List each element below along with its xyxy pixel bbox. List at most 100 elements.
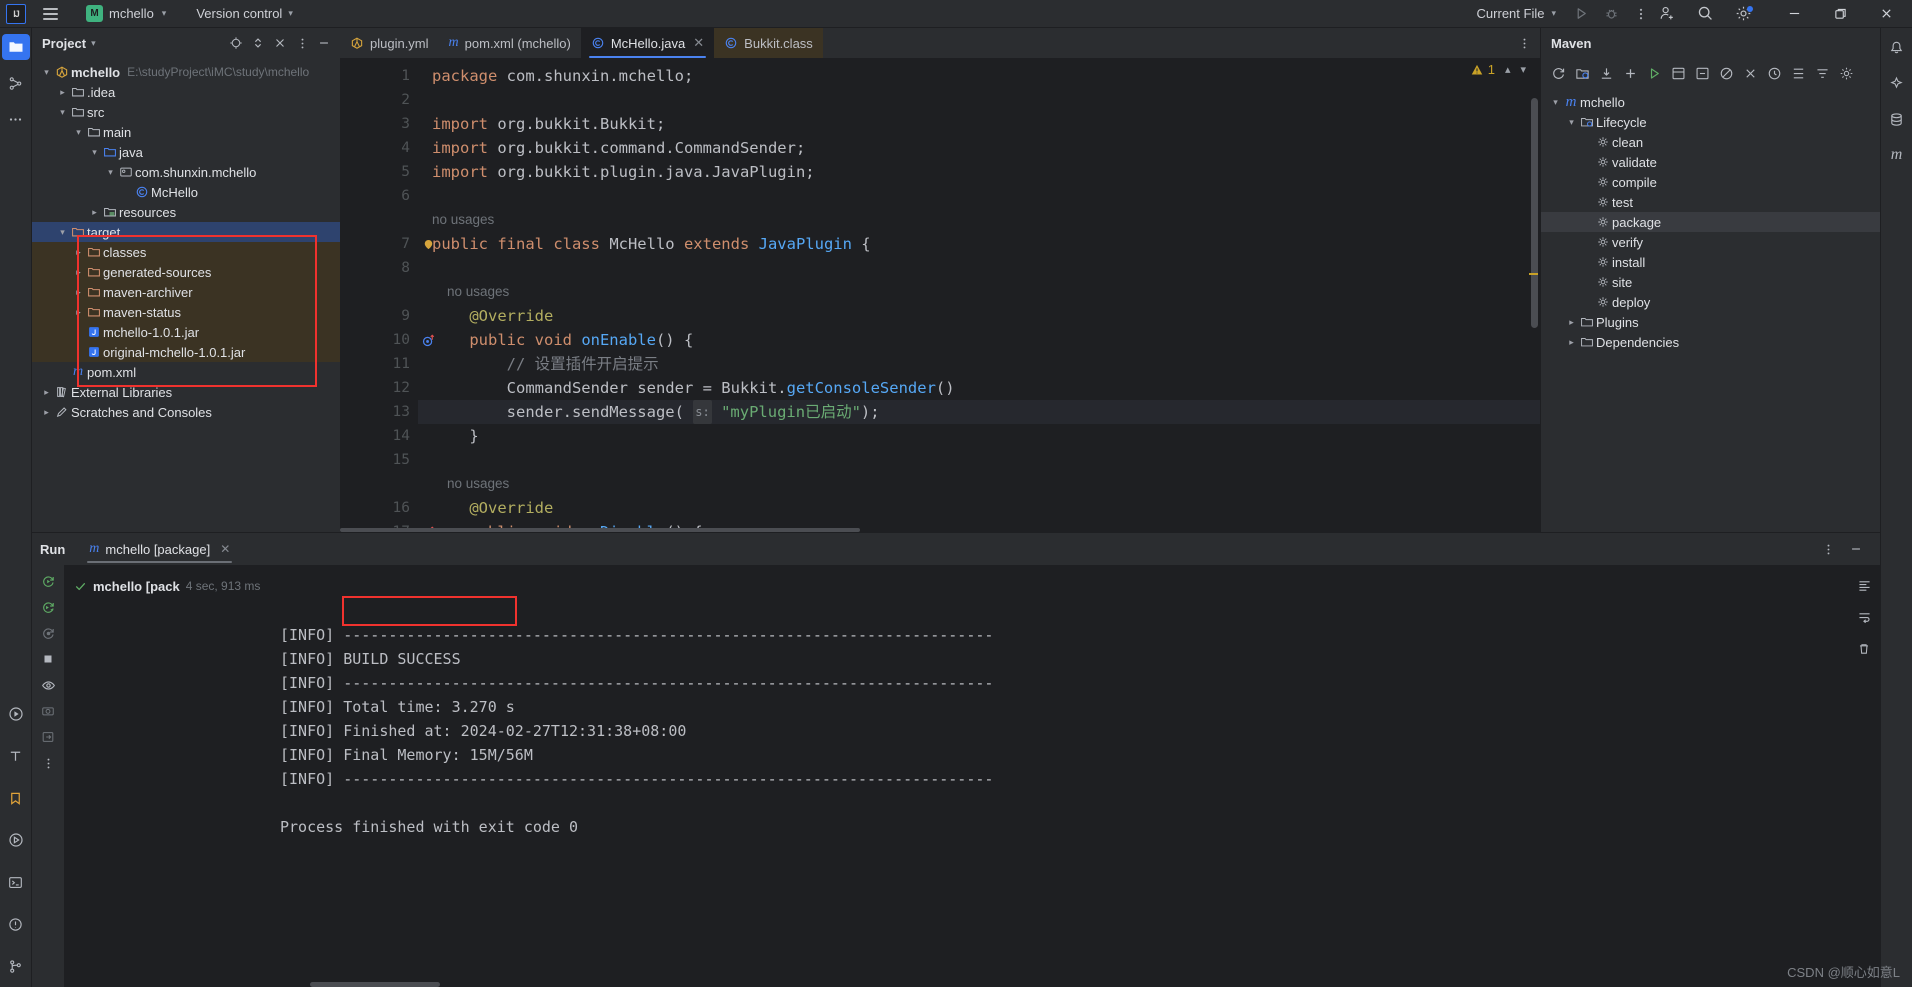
tree-node-maven-status[interactable]: ▸ maven-status [32,302,340,322]
select-opened-file-icon[interactable] [226,33,246,53]
editor-gutter[interactable]: 1234567891011121314151617 [340,58,434,532]
minimize-window-button[interactable] [1772,0,1816,28]
tree-node-classes[interactable]: ▸ classes [32,242,340,262]
maven-node-clean[interactable]: clean [1541,132,1880,152]
next-highlight-icon[interactable]: ▾ [1520,63,1526,76]
minimize-panel-icon[interactable] [314,33,334,53]
terminal-tool-icon[interactable] [2,869,30,895]
chevron-right-icon[interactable]: ▸ [40,402,53,422]
export-icon[interactable] [37,727,59,747]
tree-node-external-libraries[interactable]: ▸ External Libraries [32,382,340,402]
run-configuration-selector[interactable]: Current File ▾ [1469,4,1564,23]
maven-tool-icon[interactable]: m [1883,142,1911,168]
inspection-widget[interactable]: 1 ▴ ▾ [1470,62,1526,77]
show-dependencies-icon[interactable] [1787,62,1809,84]
chevron-right-icon[interactable]: ▸ [72,262,85,282]
clear-all-icon[interactable] [1853,639,1875,659]
chevron-right-icon[interactable]: ▸ [40,382,53,402]
run-options-icon[interactable] [1818,539,1838,559]
problems-tool-icon[interactable] [2,911,30,937]
maven-node-verify[interactable]: verify [1541,232,1880,252]
tree-node-resources[interactable]: ▸ resources [32,202,340,222]
previous-highlight-icon[interactable]: ▴ [1505,63,1511,76]
settings-gear-icon[interactable] [1730,3,1756,25]
skip-tests-icon[interactable] [1739,62,1761,84]
tree-node-mchello-1-0-1-jar[interactable]: mchello-1.0.1.jar [32,322,340,342]
maven-node-lifecycle[interactable]: ▾ Lifecycle [1541,112,1880,132]
collapse-all-icon[interactable] [1691,62,1713,84]
tree-node-target[interactable]: ▾ target [32,222,340,242]
tree-node-java[interactable]: ▾ java [32,142,340,162]
tree-node-main[interactable]: ▾ main [32,122,340,142]
more-tool-windows-icon[interactable] [2,106,30,132]
download-sources-icon[interactable] [1595,62,1617,84]
tree-node-scratches-and-consoles[interactable]: ▸ Scratches and Consoles [32,402,340,422]
run-session-tab[interactable]: m mchello [package] ✕ [81,533,238,565]
chevron-down-icon[interactable]: ▾ [40,62,53,82]
maven-tree[interactable]: ▾ m mchello ▾ Lifecycle clean validate compile t… [1541,88,1880,532]
more-actions-icon[interactable] [1628,3,1654,25]
editor-horizontal-scrollbar[interactable] [340,528,860,532]
maven-node-validate[interactable]: validate [1541,152,1880,172]
chevron-right-icon[interactable]: ▸ [88,202,101,222]
add-account-icon[interactable] [1654,3,1680,25]
run-tool-icon[interactable] [2,701,30,727]
expand-collapse-icon[interactable] [248,33,268,53]
eye-filter-icon[interactable] [37,675,59,695]
stop-icon[interactable] [37,649,59,669]
maven-node-mchello[interactable]: ▾ m mchello [1541,92,1880,112]
close-window-button[interactable] [1864,0,1908,28]
rerun-debug-icon[interactable] [37,597,59,617]
project-tree[interactable]: ▾ mchello E:\studyProject\iMC\study\mchell… [32,58,340,532]
structure-tool-icon[interactable] [2,70,30,96]
ai-assistant-icon[interactable] [1883,70,1911,96]
chevron-right-icon[interactable]: ▸ [72,282,85,302]
options-icon[interactable] [292,33,312,53]
tree-node-original-mchello-1-0-1-jar[interactable]: original-mchello-1.0.1.jar [32,342,340,362]
notifications-icon[interactable] [1883,34,1911,60]
tree-node--idea[interactable]: ▸ .idea [32,82,340,102]
console-output[interactable]: [INFO] ---------------------------------… [270,565,1848,987]
editor-tab-pom-xml-mchello-[interactable]: m pom.xml (mchello) [439,28,581,58]
maven-settings-icon[interactable] [1835,62,1857,84]
maximize-window-button[interactable] [1818,0,1862,28]
rerun-icon[interactable] [37,571,59,591]
tree-node-maven-archiver[interactable]: ▸ maven-archiver [32,282,340,302]
maven-node-dependencies[interactable]: ▸ Dependencies [1541,332,1880,352]
chevron-right-icon[interactable]: ▸ [72,242,85,262]
minimize-panel-icon[interactable] [1846,539,1866,559]
chevron-right-icon[interactable]: ▸ [56,82,69,102]
chevron-down-icon[interactable]: ▾ [91,38,96,49]
tree-node-mchello[interactable]: ▾ mchello E:\studyProject\iMC\study\mchell… [32,62,340,82]
project-selector[interactable]: M mchello ▾ [80,3,172,24]
hide-icon[interactable] [270,33,290,53]
tree-node-pom-xml[interactable]: m pom.xml [32,362,340,382]
editor-tab-plugin-yml[interactable]: plugin.yml [340,28,439,58]
chevron-down-icon[interactable]: ▾ [88,142,101,162]
editor-tab-mchello-java[interactable]: McHello.java ✕ [580,28,715,58]
more-icon[interactable] [37,753,59,773]
add-maven-project-icon[interactable] [1571,62,1593,84]
chevron-down-icon[interactable]: ▾ [1565,112,1578,132]
chevron-right-icon[interactable]: ▸ [1565,312,1578,332]
soft-wrap-icon[interactable] [1853,607,1875,627]
hamburger-menu-icon[interactable] [36,3,64,25]
services-tool-icon[interactable] [2,827,30,853]
chevron-down-icon[interactable]: ▾ [56,102,69,122]
project-tool-icon[interactable] [1,34,30,60]
bookmarks-tool-icon[interactable] [2,785,30,811]
tree-node-com-shunxin-mchello[interactable]: ▾ com.shunxin.mchello [32,162,340,182]
chevron-down-icon[interactable]: ▾ [1549,92,1562,112]
run-entry[interactable]: mchello [pack 4 sec, 913 ms [64,575,270,597]
close-icon[interactable]: ✕ [693,35,704,51]
editor-vertical-scrollbar[interactable] [1531,98,1538,328]
reload-icon[interactable] [1547,62,1569,84]
editor-more-icon[interactable] [1514,33,1534,53]
database-icon[interactable] [1883,106,1911,132]
add-icon[interactable] [1619,62,1641,84]
rerun-failed-icon[interactable] [37,623,59,643]
execute-icon[interactable] [1763,62,1785,84]
code-editor[interactable]: 1 ▴ ▾ 1234567891011121314151617 package … [340,58,1540,532]
chevron-right-icon[interactable]: ▸ [1565,332,1578,352]
code-content[interactable]: package com.shunxin.mchello; import org.b… [418,58,1540,532]
